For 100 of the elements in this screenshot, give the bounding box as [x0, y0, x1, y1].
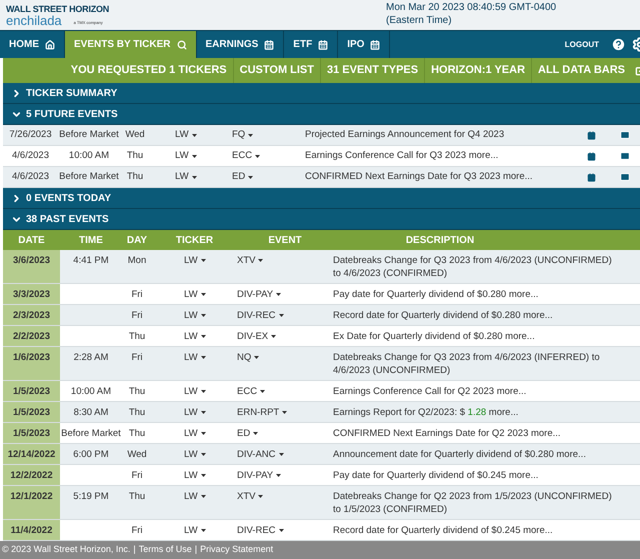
- caret-icon[interactable]: [278, 453, 284, 456]
- calendar-icon[interactable]: [587, 130, 596, 140]
- ticker-cell[interactable]: LW: [184, 406, 198, 419]
- caret-icon[interactable]: [278, 314, 284, 317]
- caret-icon[interactable]: [258, 495, 264, 498]
- caret-icon[interactable]: [258, 259, 264, 262]
- caret-icon[interactable]: [282, 411, 288, 414]
- date-cell: 7/26/2023: [9, 128, 52, 140]
- ticker-cell[interactable]: LW: [184, 351, 198, 364]
- mail-icon[interactable]: [620, 172, 630, 182]
- section-header[interactable]: TICKER SUMMARY: [3, 83, 640, 104]
- time-cell: 6:00 PM: [73, 449, 109, 460]
- event-code[interactable]: ED: [232, 170, 246, 184]
- event-code[interactable]: DIV-ANC: [237, 448, 276, 461]
- ticker-cell[interactable]: LW: [184, 524, 198, 537]
- event-code[interactable]: FQ: [232, 128, 246, 142]
- caret-icon[interactable]: [200, 356, 206, 359]
- caret-icon[interactable]: [200, 411, 206, 414]
- caret-icon[interactable]: [200, 314, 206, 317]
- column-header: TIME: [78, 234, 104, 248]
- caret-icon[interactable]: [200, 453, 206, 456]
- time-cell: 4:41 PM: [73, 255, 109, 266]
- date-cell: 1/5/2023: [13, 428, 50, 439]
- caret-icon[interactable]: [200, 432, 206, 435]
- calendar-icon: [370, 40, 380, 50]
- ticker-cell[interactable]: LW: [184, 427, 198, 440]
- event-code[interactable]: XTV: [237, 490, 256, 503]
- timezone: (Eastern Time): [386, 14, 453, 27]
- caret-icon[interactable]: [248, 134, 254, 136]
- caret-icon[interactable]: [200, 259, 206, 262]
- ticker-cell[interactable]: LW: [175, 148, 189, 164]
- event-description: Ex Date for Quarterly dividend of $0.280 more...: [333, 331, 535, 342]
- caret-icon[interactable]: [192, 154, 197, 158]
- caret-icon[interactable]: [200, 474, 206, 477]
- event-code[interactable]: DIV-REC: [237, 524, 276, 537]
- caret-icon[interactable]: [192, 176, 197, 178]
- event-code[interactable]: ED: [237, 427, 250, 440]
- ticker-cell[interactable]: LW: [184, 309, 198, 322]
- section-title: 38 PAST EVENTS: [26, 212, 109, 226]
- calendar-icon[interactable]: [587, 172, 596, 182]
- ticker-cell[interactable]: LW: [184, 490, 198, 503]
- caret-icon[interactable]: [253, 432, 258, 435]
- event-code[interactable]: ECC: [232, 148, 252, 164]
- ticker-cell[interactable]: LW: [184, 254, 198, 267]
- event-description: Datebreaks Change for Q3 2023 from 4/6/2023 (INFERRED) to 4/6/2023 (UNCONFIRMED): [333, 352, 600, 376]
- section-title: 5 FUTURE EVENTS: [26, 108, 118, 122]
- caret-icon[interactable]: [192, 134, 197, 136]
- caret-icon[interactable]: [278, 529, 284, 532]
- event-code[interactable]: DIV-REC: [237, 309, 276, 322]
- footer-link[interactable]: Privacy Statement: [200, 543, 274, 557]
- ticker-cell[interactable]: LW: [184, 330, 198, 343]
- time-cell: 5:19 PM: [73, 491, 109, 502]
- caret-icon[interactable]: [255, 154, 260, 158]
- column-header: DESCRIPTION: [404, 234, 476, 248]
- date-cell: 11/4/2022: [10, 525, 52, 536]
- caret-icon[interactable]: [254, 356, 260, 359]
- home-icon: [45, 40, 55, 50]
- event-code[interactable]: NQ: [237, 351, 252, 364]
- section-header[interactable]: 38 PAST EVENTS: [3, 209, 640, 230]
- event-code[interactable]: DIV-EX: [237, 330, 268, 343]
- event-code[interactable]: ECC: [237, 385, 258, 398]
- day-cell-text: Thu: [126, 148, 144, 163]
- ticker-cell[interactable]: LW: [184, 469, 198, 482]
- event-code[interactable]: DIV-PAY: [237, 288, 274, 301]
- caret-icon[interactable]: [276, 474, 282, 477]
- date-cell: 2/3/2023: [13, 310, 50, 321]
- day-cell: Fri: [131, 525, 143, 536]
- day-cell: Fri: [131, 310, 143, 321]
- caret-icon[interactable]: [276, 293, 282, 296]
- event-description: Pay date for Quarterly dividend of $0.280 more...: [333, 289, 538, 300]
- footer-link[interactable]: Terms of Use: [138, 543, 192, 557]
- event-code[interactable]: ERN-RPT: [237, 406, 280, 419]
- event-code[interactable]: XTV: [237, 254, 256, 267]
- calendar-icon[interactable]: [587, 152, 596, 160]
- ticker-cell[interactable]: LW: [184, 288, 198, 301]
- caret-icon[interactable]: [200, 495, 206, 498]
- ticker-cell[interactable]: LW: [184, 448, 198, 461]
- ticker-cell[interactable]: LW: [175, 170, 189, 184]
- caret-icon[interactable]: [248, 176, 254, 178]
- event-description: Datebreaks Change for Q3 2023 from 4/6/2023 (UNCONFIRMED) to 4/6/2023 (CONFIRMED): [333, 255, 612, 279]
- caret-icon[interactable]: [271, 335, 276, 338]
- caret-icon[interactable]: [200, 390, 206, 393]
- logout-link[interactable]: LOGOUT: [564, 31, 599, 58]
- caret-icon[interactable]: [200, 335, 206, 338]
- help-icon[interactable]: [611, 37, 626, 52]
- date-cell: 3/6/2023: [13, 255, 50, 266]
- caret-icon[interactable]: [200, 529, 206, 532]
- day-cell: Fri: [131, 470, 143, 481]
- column-header: EVENT: [267, 234, 303, 248]
- caret-icon[interactable]: [200, 293, 206, 296]
- ticker-cell[interactable]: LW: [184, 385, 198, 398]
- ticker-cell[interactable]: LW: [175, 128, 189, 142]
- mail-icon[interactable]: [620, 151, 630, 161]
- date-cell: 2/2/2023: [13, 331, 50, 342]
- date-cell: 4/6/2023: [12, 170, 49, 182]
- section-header[interactable]: 0 EVENTS TODAY: [3, 188, 640, 209]
- caret-icon[interactable]: [260, 390, 266, 393]
- mail-icon[interactable]: [620, 130, 630, 140]
- event-code[interactable]: DIV-PAY: [237, 469, 274, 482]
- section-header[interactable]: 5 FUTURE EVENTS: [3, 104, 640, 125]
